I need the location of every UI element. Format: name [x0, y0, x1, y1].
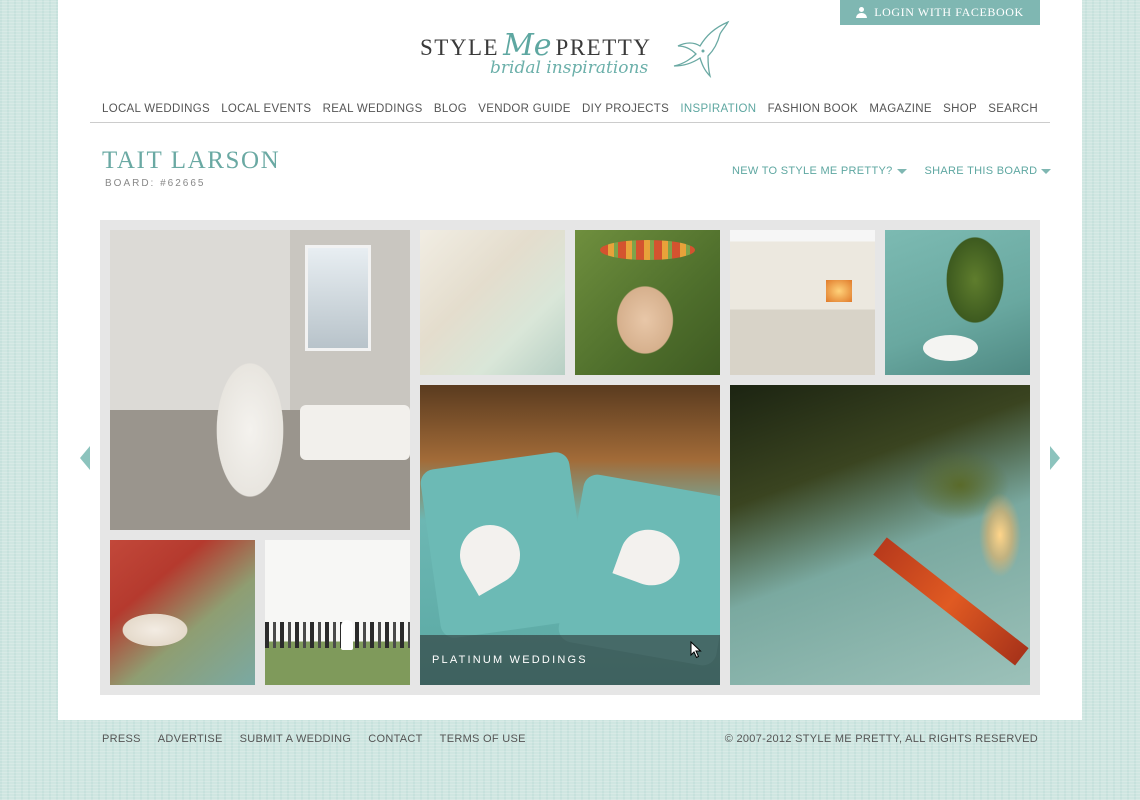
caret-down-icon [896, 168, 907, 174]
photo-fireplace-reception[interactable] [730, 230, 875, 375]
new-to-site-label: NEW TO STYLE ME PRETTY? [732, 165, 893, 177]
board-title: TAIT LARSON [102, 147, 281, 174]
footer-terms-link[interactable]: TERMS OF USE [440, 733, 526, 745]
footer-submit-wedding-link[interactable]: SUBMIT A WEDDING [240, 733, 352, 745]
new-to-site-dropdown[interactable]: NEW TO STYLE ME PRETTY? [732, 165, 907, 177]
login-facebook-label: LOGIN WITH FACEBOOK [874, 5, 1024, 19]
nav-diy-projects[interactable]: DIY PROJECTS [582, 96, 669, 123]
board-actions: NEW TO STYLE ME PRETTY? SHARE THIS BOARD [732, 165, 1052, 177]
board-number: BOARD: #62665 [105, 178, 206, 189]
caret-down-icon [1041, 168, 1052, 174]
nav-inspiration[interactable]: INSPIRATION [680, 96, 756, 123]
share-board-label: SHARE THIS BOARD [924, 165, 1038, 177]
nav-magazine[interactable]: MAGAZINE [869, 96, 931, 123]
nav-vendor-guide[interactable]: VENDOR GUIDE [478, 96, 570, 123]
photo-candlelit-table[interactable] [730, 385, 1030, 685]
share-board-dropdown[interactable]: SHARE THIS BOARD [925, 165, 1052, 177]
photo-window [305, 245, 371, 351]
nav-local-events[interactable]: LOCAL EVENTS [221, 96, 311, 123]
photo-grits-favors[interactable] [420, 230, 565, 375]
photo-bridal-party[interactable] [265, 540, 410, 685]
photo-sofa [300, 405, 410, 460]
mouse-cursor-icon [690, 641, 702, 659]
photo-magnolia-pillows[interactable]: PLATINUM WEDDINGS [420, 385, 720, 685]
copyright-text: © 2007-2012 STYLE ME PRETTY, ALL RIGHTS … [724, 733, 1038, 745]
hummingbird-icon [673, 20, 730, 78]
photo-bride [341, 620, 353, 650]
arrow-left-icon[interactable] [80, 446, 90, 470]
nav-blog[interactable]: BLOG [434, 96, 467, 123]
photo-flower-crown [600, 240, 695, 260]
board-gallery: PLATINUM WEDDINGS [100, 220, 1040, 695]
logo-word-style: STYLE [420, 35, 500, 60]
photo-caption: PLATINUM WEDDINGS [420, 635, 720, 685]
footer-contact-link[interactable]: CONTACT [368, 733, 422, 745]
nav-shop[interactable]: SHOP [943, 96, 977, 123]
photo-fireplace [826, 280, 852, 302]
main-nav: LOCAL WEDDINGS LOCAL EVENTS REAL WEDDING… [90, 96, 1050, 123]
nav-search[interactable]: SEARCH [988, 96, 1038, 123]
login-facebook-button[interactable]: LOGIN WITH FACEBOOK [840, 0, 1040, 25]
photo-bridal-prep[interactable] [110, 230, 410, 530]
photo-aqua-table[interactable] [885, 230, 1030, 375]
nav-fashion-book[interactable]: FASHION BOOK [768, 96, 859, 123]
photo-plate [923, 335, 978, 361]
footer-press-link[interactable]: PRESS [102, 733, 141, 745]
footer-advertise-link[interactable]: ADVERTISE [158, 733, 223, 745]
photo-flower-girl[interactable] [575, 230, 720, 375]
nav-real-weddings[interactable]: REAL WEDDINGS [323, 96, 423, 123]
nav-local-weddings[interactable]: LOCAL WEDDINGS [102, 96, 210, 123]
user-icon [856, 7, 868, 18]
page-container: LOGIN WITH FACEBOOK STYLE Me PRETTY bridal… [58, 0, 1082, 720]
site-logo[interactable]: STYLE Me PRETTY bridal inspirations [418, 14, 738, 89]
logo-word-pretty: PRETTY [555, 35, 652, 60]
arrow-right-icon[interactable] [1050, 446, 1060, 470]
photo-table-runner [873, 537, 1029, 666]
photo-people-row [265, 622, 410, 648]
logo-tagline: bridal inspirations [490, 58, 649, 78]
photo-table-setting[interactable] [110, 540, 255, 685]
footer-links: PRESS ADVERTISE SUBMIT A WEDDING CONTACT… [102, 733, 526, 745]
